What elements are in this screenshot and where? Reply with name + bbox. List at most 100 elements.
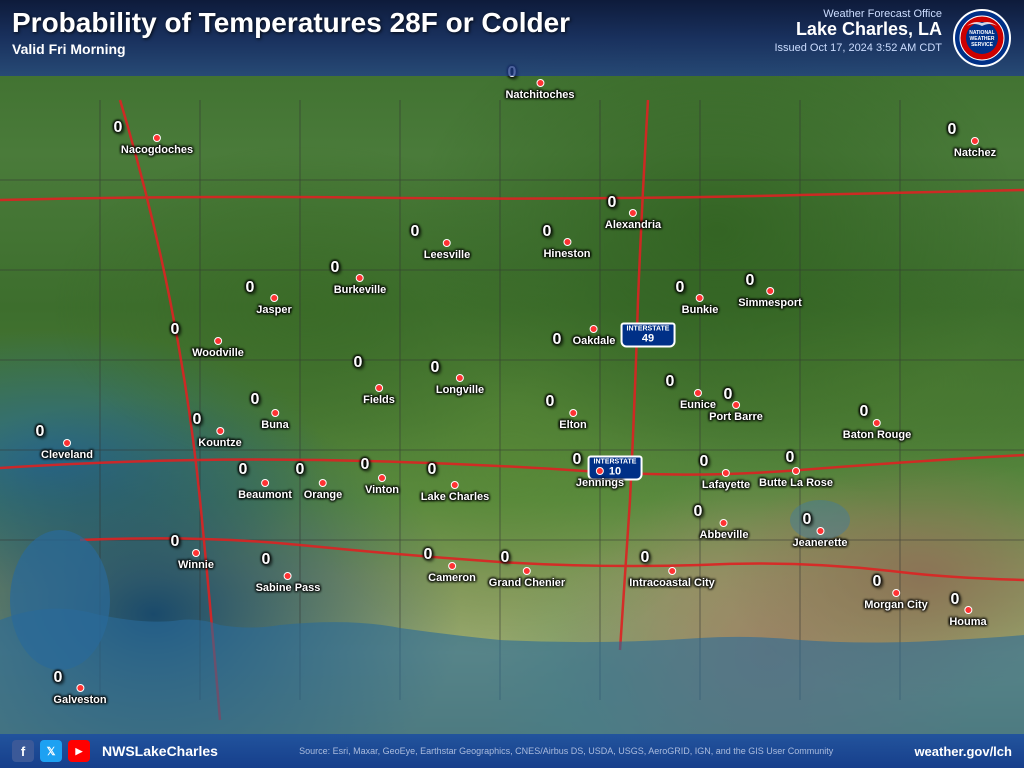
- city-dot: [720, 519, 728, 527]
- prob-value: 0: [296, 461, 305, 479]
- city-name: Jeanerette: [792, 537, 847, 549]
- city-marker: Galveston: [53, 684, 106, 706]
- city-marker: Cameron: [428, 562, 476, 584]
- city-name: Elton: [559, 419, 587, 431]
- city-marker: Natchitoches: [505, 79, 574, 101]
- city-dot: [76, 684, 84, 692]
- nws-logo: NATIONAL WEATHER SERVICE: [952, 8, 1012, 68]
- city-marker: Jasper: [256, 294, 291, 316]
- city-dot: [378, 474, 386, 482]
- city-name: Houma: [949, 616, 986, 628]
- city-dot: [271, 409, 279, 417]
- city-name: Simmesport: [738, 297, 802, 309]
- city-name: Morgan City: [864, 599, 928, 611]
- city-name: Orange: [304, 489, 343, 501]
- city-marker: Grand Chenier: [489, 567, 565, 589]
- prob-value: 0: [501, 549, 510, 567]
- source-text: Source: Esri, Maxar, GeoEye, Earthstar G…: [299, 746, 833, 756]
- city-marker: Natchez: [954, 137, 996, 159]
- city-name: Kountze: [198, 437, 241, 449]
- prob-value: 0: [641, 549, 650, 567]
- city-name: Port Barre: [709, 411, 763, 423]
- prob-value: 0: [239, 461, 248, 479]
- city-dot: [270, 294, 278, 302]
- city-dot: [792, 467, 800, 475]
- city-dot: [732, 401, 740, 409]
- city-marker: Simmesport: [738, 287, 802, 309]
- city-dot: [284, 572, 292, 580]
- city-dot: [971, 137, 979, 145]
- city-dot: [523, 567, 531, 575]
- city-name: Leesville: [424, 249, 470, 261]
- city-dot: [153, 134, 161, 142]
- valid-line: Valid Fri Morning: [12, 41, 774, 57]
- city-dot: [319, 479, 327, 487]
- city-dot: [192, 549, 200, 557]
- city-marker: Bunkie: [682, 294, 719, 316]
- prob-value: 0: [786, 449, 795, 467]
- city-name: Lafayette: [702, 479, 750, 491]
- city-name: Woodville: [192, 347, 244, 359]
- prob-value: 0: [171, 321, 180, 339]
- city-marker: Intracoastal City: [629, 567, 715, 589]
- city-marker: Leesville: [424, 239, 470, 261]
- wfo-section: Weather Forecast Office Lake Charles, LA…: [774, 8, 942, 54]
- city-name: Nacogdoches: [121, 144, 193, 156]
- prob-value: 0: [361, 456, 370, 474]
- city-name: Jennings: [576, 477, 624, 489]
- city-dot: [892, 589, 900, 597]
- city-marker: Alexandria: [605, 209, 661, 231]
- roads-overlay: [0, 0, 1024, 768]
- youtube-icon[interactable]: ▶: [68, 740, 90, 762]
- city-name: Jasper: [256, 304, 291, 316]
- city-name: Longville: [436, 384, 484, 396]
- city-dot: [356, 274, 364, 282]
- city-name: Bunkie: [682, 304, 719, 316]
- website-link[interactable]: weather.gov/lch: [914, 744, 1012, 759]
- prob-value: 0: [546, 393, 555, 411]
- facebook-icon[interactable]: f: [12, 740, 34, 762]
- city-name: Hineston: [543, 248, 590, 260]
- city-marker: Orange: [304, 479, 343, 501]
- city-dot: [629, 209, 637, 217]
- city-name: Natchitoches: [505, 89, 574, 101]
- city-name: Galveston: [53, 694, 106, 706]
- city-marker: Baton Rouge: [843, 419, 911, 441]
- i49-shield: INTERSTATE 49: [621, 323, 676, 348]
- prob-value: 0: [553, 331, 562, 349]
- city-marker: Winnie: [178, 549, 214, 571]
- city-marker: Cleveland: [41, 439, 93, 461]
- prob-value: 0: [262, 551, 271, 569]
- prob-value: 0: [666, 373, 675, 391]
- city-dot: [722, 469, 730, 477]
- city-marker: Lake Charles: [421, 481, 489, 503]
- prob-value: 0: [354, 354, 363, 372]
- city-name: Beaumont: [238, 489, 292, 501]
- city-marker: Sabine Pass: [256, 572, 321, 594]
- city-name: Lake Charles: [421, 491, 489, 503]
- city-marker: Elton: [559, 409, 587, 431]
- city-marker: Kountze: [198, 427, 241, 449]
- city-marker: Morgan City: [864, 589, 928, 611]
- city-dot: [375, 384, 383, 392]
- city-name: Alexandria: [605, 219, 661, 231]
- prob-value: 0: [246, 279, 255, 297]
- city-dot: [214, 337, 222, 345]
- city-marker: Woodville: [192, 337, 244, 359]
- twitter-icon[interactable]: 𝕏: [40, 740, 62, 762]
- city-name: Burkeville: [334, 284, 387, 296]
- city-dot: [451, 481, 459, 489]
- city-dot: [456, 374, 464, 382]
- city-dot: [443, 239, 451, 247]
- city-marker: Oakdale: [573, 325, 616, 347]
- map-container: INTERSTATE 49 INTERSTATE 10 0Nacogdoches…: [0, 0, 1024, 768]
- city-dot: [668, 567, 676, 575]
- city-dot: [216, 427, 224, 435]
- issued-line: Issued Oct 17, 2024 3:52 AM CDT: [774, 42, 942, 54]
- city-dot: [696, 294, 704, 302]
- city-name: Fields: [363, 394, 395, 406]
- wfo-name: Lake Charles, LA: [774, 20, 942, 40]
- city-dot: [590, 325, 598, 333]
- city-marker: Longville: [436, 374, 484, 396]
- city-name: Baton Rouge: [843, 429, 911, 441]
